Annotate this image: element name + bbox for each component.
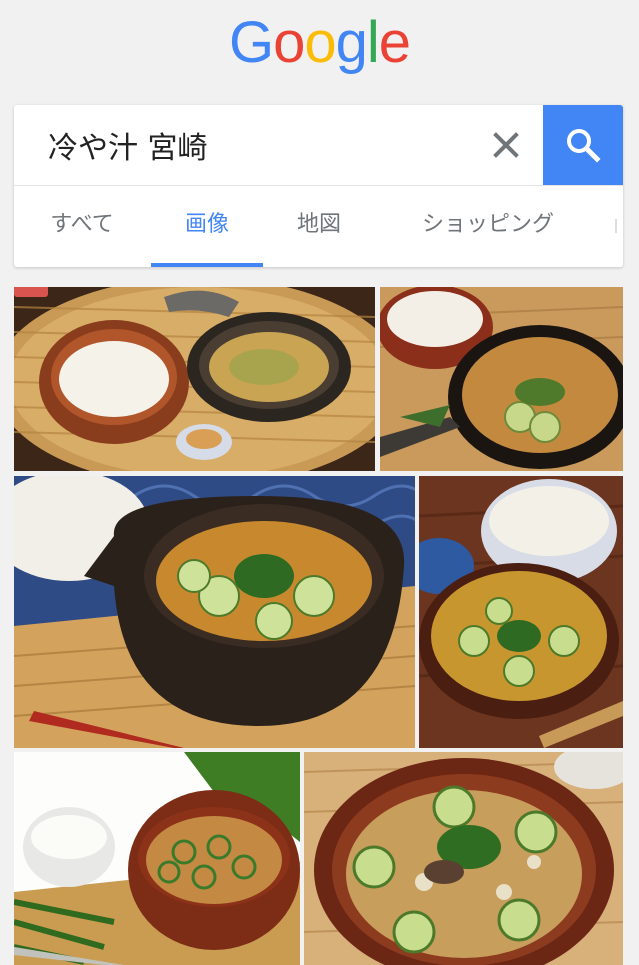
search-icon [567, 129, 601, 163]
tab-shopping[interactable]: ショッピング [398, 186, 578, 267]
image-result[interactable] [419, 476, 623, 748]
search-button[interactable] [543, 105, 623, 185]
tab-maps[interactable]: 地図 [276, 186, 362, 267]
close-icon[interactable] [14, 287, 48, 297]
food-image [14, 287, 375, 471]
google-logo[interactable]: Google [0, 8, 639, 78]
image-result[interactable] [14, 476, 415, 748]
logo-letter: G [228, 10, 274, 75]
food-image [14, 752, 300, 965]
clear-search-button[interactable] [486, 125, 526, 165]
search-tabs: すべて 画像 地図 ショッピング [14, 186, 623, 267]
food-image [14, 476, 415, 748]
food-image [304, 752, 623, 965]
close-icon [493, 132, 519, 158]
food-image [419, 476, 623, 748]
logo-letter: o [304, 10, 336, 75]
tabs-scroll-fade [595, 186, 623, 267]
image-result[interactable] [14, 287, 375, 471]
image-result[interactable] [304, 752, 623, 965]
image-result[interactable] [380, 287, 623, 471]
active-tab-indicator [151, 263, 263, 267]
search-bar [14, 105, 623, 185]
food-image [380, 287, 623, 471]
tab-all[interactable]: すべて [28, 186, 136, 267]
logo-letter: g [335, 10, 368, 75]
logo-letter: e [378, 10, 411, 75]
tab-images[interactable]: 画像 [151, 186, 263, 267]
logo-letter: l [366, 10, 380, 75]
image-result[interactable] [14, 752, 300, 965]
search-input[interactable] [14, 105, 542, 185]
search-card: すべて 画像 地図 ショッピング [14, 105, 623, 267]
logo-letter: o [273, 10, 305, 75]
